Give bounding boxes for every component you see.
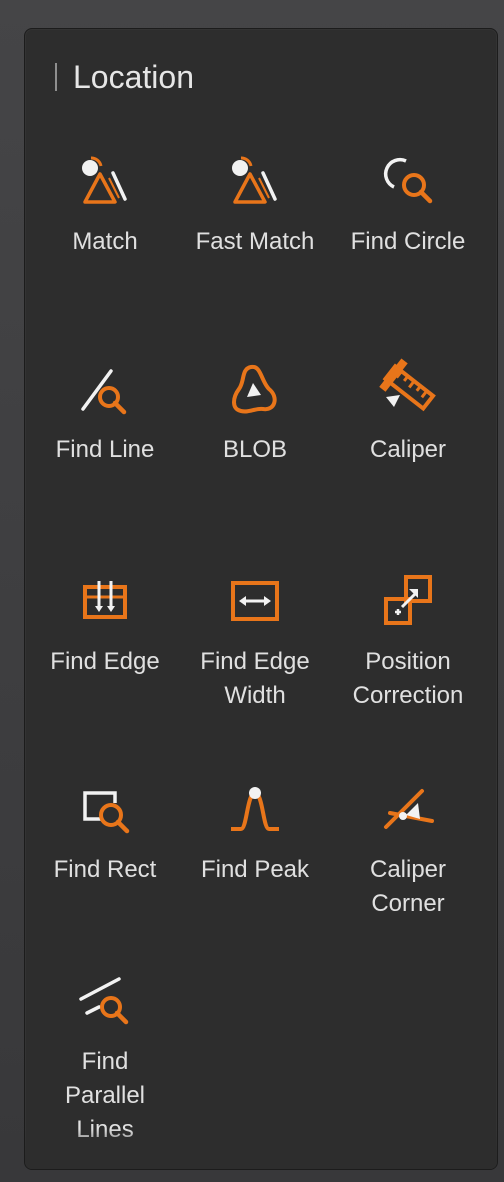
section-title: Location — [73, 58, 194, 95]
location-tool-panel: Location Match Fast Match Find Circle Fi… — [24, 28, 498, 1170]
tool-label: BLOB — [222, 436, 288, 463]
tool-blob[interactable]: BLOB — [180, 357, 330, 467]
tool-label: Find Rect — [53, 856, 157, 883]
find-circle-icon — [383, 157, 433, 204]
tool-caliper[interactable]: Caliper — [333, 357, 483, 467]
tool-label: Find Circle — [350, 228, 466, 255]
tool-caliper-corner[interactable]: Caliper Corner — [333, 777, 483, 921]
tool-label: Find Peak — [200, 856, 310, 883]
tool-find-parallel-lines[interactable]: Find Parallel Lines — [30, 969, 180, 1147]
tool-label: Find Line — [55, 436, 155, 463]
tool-find-rect[interactable]: Find Rect — [30, 777, 180, 887]
tool-label: Match — [72, 228, 138, 255]
tool-find-peak[interactable]: Find Peak — [180, 777, 330, 887]
match-icon — [82, 156, 127, 204]
scroll-fade — [25, 1129, 497, 1169]
tool-match[interactable]: Match — [30, 149, 180, 259]
tool-find-edge-width[interactable]: Find Edge Width — [180, 569, 330, 713]
tool-label: Find Edge — [50, 648, 160, 675]
find-parallel-lines-icon — [79, 977, 129, 1025]
tool-find-line[interactable]: Find Line — [30, 357, 180, 467]
caliper-icon — [379, 358, 436, 412]
find-rect-icon — [83, 791, 130, 834]
find-line-icon — [81, 369, 127, 415]
caliper-corner-icon — [384, 789, 434, 829]
tool-position-correction[interactable]: Position Correction — [333, 569, 483, 713]
section-header-bar — [55, 63, 57, 91]
tool-label: Fast Match — [195, 228, 315, 255]
tool-label: Position Correction — [352, 648, 464, 709]
tool-label: Caliper — [369, 436, 447, 463]
find-edge-icon — [83, 581, 127, 619]
blob-icon — [232, 364, 277, 414]
find-edge-width-icon — [231, 581, 279, 621]
tool-label: Find Edge Width — [200, 648, 310, 709]
fast-match-icon — [232, 156, 277, 204]
tool-label: Caliper Corner — [369, 856, 447, 917]
tool-find-edge[interactable]: Find Edge — [30, 569, 180, 679]
position-correction-icon — [384, 575, 432, 625]
tool-fast-match[interactable]: Fast Match — [180, 149, 330, 259]
tool-find-circle[interactable]: Find Circle — [333, 149, 483, 259]
section-header: Location — [55, 57, 194, 97]
find-peak-icon — [231, 787, 279, 831]
